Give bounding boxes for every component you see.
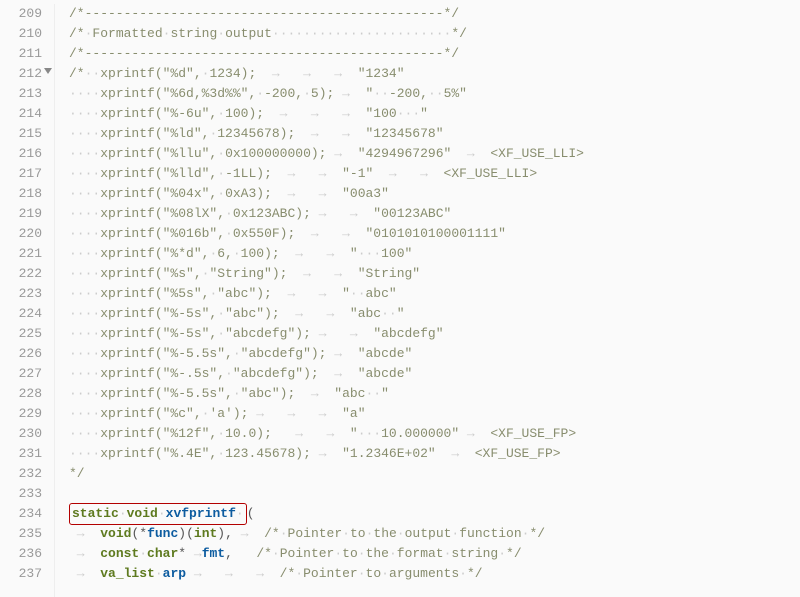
line-number: 235 (0, 524, 42, 544)
line-number: 231 (0, 444, 42, 464)
line-number: 227 (0, 364, 42, 384)
code-line[interactable]: */ (69, 464, 800, 484)
line-number: 215 (0, 124, 42, 144)
line-number: 233 (0, 484, 42, 504)
code-line[interactable]: ····xprintf("%lld",·-1LL); → → "-1" → → … (69, 164, 800, 184)
code-line[interactable]: → void(*func)(int), → /*·Pointer·to·the·… (69, 524, 800, 544)
code-line[interactable]: ····xprintf("%*d",·6,·100); → → "···100" (69, 244, 800, 264)
line-number: 219 (0, 204, 42, 224)
code-line[interactable]: /*·Formatted·string·output··············… (69, 24, 800, 44)
line-number: 210 (0, 24, 42, 44)
line-number: 234 (0, 504, 42, 524)
line-number: 228 (0, 384, 42, 404)
code-line[interactable]: ····xprintf("%-.5s",·"abcdefg"); → "abcd… (69, 364, 800, 384)
code-editor[interactable]: 2092102112122132142152162172182192202212… (0, 0, 800, 597)
line-number: 232 (0, 464, 42, 484)
line-number: 211 (0, 44, 42, 64)
line-number: 237 (0, 564, 42, 584)
line-number: 223 (0, 284, 42, 304)
line-number: 221 (0, 244, 42, 264)
line-number: 236 (0, 544, 42, 564)
line-number: 224 (0, 304, 42, 324)
line-number: 217 (0, 164, 42, 184)
line-number: 213 (0, 84, 42, 104)
line-number: 212 (0, 64, 42, 84)
code-line[interactable]: → const·char* →fmt, /*·Pointer·to·the·fo… (69, 544, 800, 564)
code-line[interactable]: ····xprintf("%12f",·10.0); → → "···10.00… (69, 424, 800, 444)
line-number: 225 (0, 324, 42, 344)
line-number: 214 (0, 104, 42, 124)
line-number: 222 (0, 264, 42, 284)
code-line[interactable]: ····xprintf("%08lX",·0x123ABC); → → "001… (69, 204, 800, 224)
symbol-highlight: static·void·xvfprintf· (69, 503, 247, 525)
code-line[interactable]: ····xprintf("%.4E",·123.45678); → "1.234… (69, 444, 800, 464)
code-line[interactable]: ····xprintf("%-6u",·100); → → → "100···" (69, 104, 800, 124)
code-line[interactable]: /*--------------------------------------… (69, 44, 800, 64)
line-number: 229 (0, 404, 42, 424)
line-number: 216 (0, 144, 42, 164)
line-number: 220 (0, 224, 42, 244)
fold-caret-icon[interactable] (44, 68, 52, 74)
code-line[interactable]: ····xprintf("%04x",·0xA3); → → "00a3" (69, 184, 800, 204)
code-line[interactable]: ····xprintf("%ld",·12345678); → → "12345… (69, 124, 800, 144)
code-line[interactable]: ····xprintf("%-5s",·"abcdefg"); → → "abc… (69, 324, 800, 344)
code-line[interactable] (69, 484, 800, 504)
line-number: 226 (0, 344, 42, 364)
code-line[interactable]: ····xprintf("%llu",·0x100000000); → "429… (69, 144, 800, 164)
code-line[interactable]: /*··xprintf("%d",·1234); → → → "1234" (69, 64, 800, 84)
line-number: 218 (0, 184, 42, 204)
code-line[interactable]: ····xprintf("%6d,%3d%%",·-200,·5); → "··… (69, 84, 800, 104)
code-line[interactable]: ····xprintf("%-5.5s",·"abcdefg"); → "abc… (69, 344, 800, 364)
code-line[interactable]: ····xprintf("%5s",·"abc"); → → "··abc" (69, 284, 800, 304)
line-number-gutter: 2092102112122132142152162172182192202212… (0, 4, 55, 597)
code-line[interactable]: → va_list·arp → → → /*·Pointer·to·argume… (69, 564, 800, 584)
line-number: 209 (0, 4, 42, 24)
code-line[interactable]: ····xprintf("%016b",·0x550F); → → "01010… (69, 224, 800, 244)
code-area[interactable]: /*--------------------------------------… (55, 4, 800, 597)
code-line[interactable]: ····xprintf("%-5.5s",·"abc"); → "abc··" (69, 384, 800, 404)
line-number: 230 (0, 424, 42, 444)
code-line[interactable]: ····xprintf("%s",·"String"); → → "String… (69, 264, 800, 284)
code-line[interactable]: ····xprintf("%-5s",·"abc"); → → "abc··" (69, 304, 800, 324)
code-line[interactable]: ····xprintf("%c",·'a'); → → → "a" (69, 404, 800, 424)
code-line[interactable]: /*--------------------------------------… (69, 4, 800, 24)
code-line[interactable]: static·void·xvfprintf·( (69, 504, 800, 524)
